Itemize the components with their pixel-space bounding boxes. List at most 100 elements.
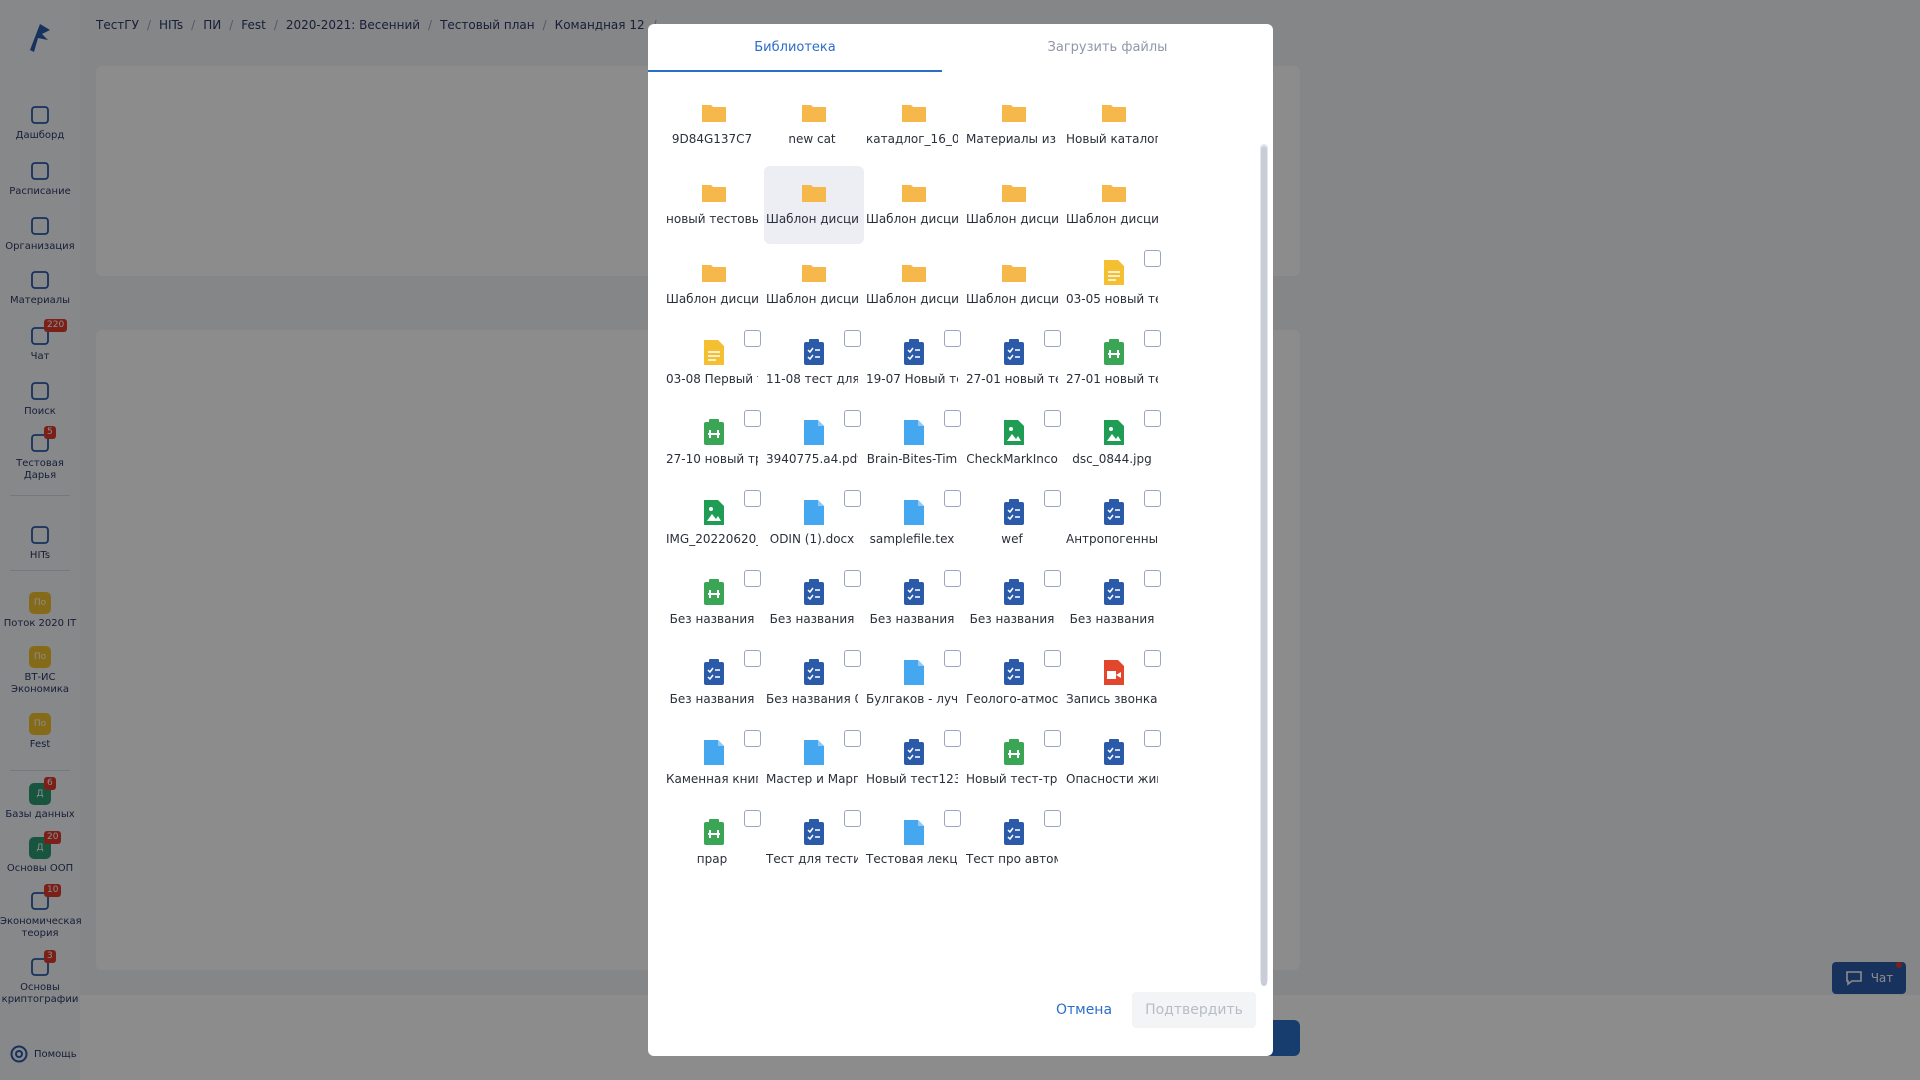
folder-tile[interactable]: Шаблон дисцип — [964, 246, 1064, 324]
file-tile[interactable]: Тест для тести — [764, 806, 864, 884]
scrollbar[interactable] — [1260, 144, 1268, 986]
file-tile[interactable]: Тестовая лекци — [864, 806, 964, 884]
file-tile[interactable]: Тест про автом — [964, 806, 1064, 884]
select-checkbox[interactable] — [1044, 570, 1061, 587]
select-checkbox[interactable] — [744, 410, 761, 427]
file-tile[interactable]: 03-08 Первый т — [664, 326, 764, 404]
folder-tile[interactable]: Новый каталог — [1064, 86, 1164, 164]
folder-icon — [1002, 258, 1026, 286]
select-checkbox[interactable] — [1144, 490, 1161, 507]
file-tile[interactable]: samplefile.tex — [864, 486, 964, 564]
file-tile[interactable]: Запись звонка ' — [1064, 646, 1164, 724]
select-checkbox[interactable] — [844, 490, 861, 507]
select-checkbox[interactable] — [944, 410, 961, 427]
select-checkbox[interactable] — [1044, 490, 1061, 507]
file-tile[interactable]: 27-01 новый те — [964, 326, 1064, 404]
cancel-button[interactable]: Отмена — [1036, 992, 1132, 1028]
folder-tile[interactable]: Материалы из с — [964, 86, 1064, 164]
file-tile[interactable]: Без названия — [664, 566, 764, 644]
select-checkbox[interactable] — [1144, 250, 1161, 267]
select-checkbox[interactable] — [944, 650, 961, 667]
select-checkbox[interactable] — [844, 730, 861, 747]
select-checkbox[interactable] — [844, 810, 861, 827]
select-checkbox[interactable] — [944, 330, 961, 347]
file-tile[interactable]: 27-10 новый тр — [664, 406, 764, 484]
select-checkbox[interactable] — [844, 330, 861, 347]
select-checkbox[interactable] — [944, 810, 961, 827]
select-checkbox[interactable] — [944, 570, 961, 587]
select-checkbox[interactable] — [944, 730, 961, 747]
file-tile[interactable]: dsc_0844.jpg — [1064, 406, 1164, 484]
select-checkbox[interactable] — [744, 810, 761, 827]
folder-tile[interactable]: Шаблон дисцип — [964, 166, 1064, 244]
confirm-button[interactable]: Подтвердить — [1132, 992, 1256, 1028]
file-tile[interactable]: Без названия — [864, 566, 964, 644]
item-name: 27-10 новый тр — [666, 452, 758, 466]
select-checkbox[interactable] — [1144, 330, 1161, 347]
folder-tile[interactable]: Шаблон дисцип — [1064, 166, 1164, 244]
file-tile[interactable]: Без названия — [1064, 566, 1164, 644]
file-tile[interactable]: Мастер и Марга — [764, 726, 864, 804]
folder-tile[interactable]: new cat — [764, 86, 864, 164]
select-checkbox[interactable] — [1144, 410, 1161, 427]
folder-tile[interactable]: 9D84G137C7 — [664, 86, 764, 164]
select-checkbox[interactable] — [1144, 650, 1161, 667]
file-tile[interactable]: IMG_20220620_ — [664, 486, 764, 564]
file-tile[interactable]: Каменная книга — [664, 726, 764, 804]
folder-tile[interactable]: Шаблон дисцип — [864, 246, 964, 324]
file-tile[interactable]: 27-01 новый те — [1064, 326, 1164, 404]
tab-library[interactable]: Библиотека — [648, 24, 942, 72]
file-tile[interactable]: Опасности жив — [1064, 726, 1164, 804]
file-tile[interactable]: 11-08 тест для — [764, 326, 864, 404]
select-checkbox[interactable] — [944, 490, 961, 507]
select-checkbox[interactable] — [844, 570, 861, 587]
file-tile[interactable]: прар — [664, 806, 764, 884]
file-tile[interactable]: wef — [964, 486, 1064, 564]
file-icon — [802, 738, 826, 766]
select-checkbox[interactable] — [1044, 730, 1061, 747]
item-name: Шаблон дисцип — [866, 292, 958, 306]
item-name: Новый тест-тре — [966, 772, 1058, 786]
folder-tile[interactable]: Шаблон дисцип — [664, 246, 764, 324]
folder-tile[interactable]: Шаблон дисцип — [764, 166, 864, 244]
file-tile[interactable]: CheckMarkInco — [964, 406, 1064, 484]
select-checkbox[interactable] — [744, 490, 761, 507]
file-tile[interactable]: ODIN (1).docx — [764, 486, 864, 564]
file-tile[interactable]: Без названия 0! — [764, 646, 864, 724]
file-tile[interactable]: 03-05 новый те — [1064, 246, 1164, 324]
file-tile[interactable]: Без названия — [964, 566, 1064, 644]
folder-tile[interactable]: катадлог_16_05 — [864, 86, 964, 164]
select-checkbox[interactable] — [744, 330, 761, 347]
file-tile[interactable]: Без названия — [764, 566, 864, 644]
file-icon — [702, 738, 726, 766]
file-tile[interactable]: Новый тест123 — [864, 726, 964, 804]
file-tile[interactable]: 19-07 Новый те — [864, 326, 964, 404]
folder-tile[interactable]: новый тестовы — [664, 166, 764, 244]
folder-tile[interactable]: Шаблон дисцип — [864, 166, 964, 244]
item-name: Тест для тести — [766, 852, 858, 866]
file-tile[interactable]: Булгаков - лучш — [864, 646, 964, 724]
select-checkbox[interactable] — [844, 410, 861, 427]
select-checkbox[interactable] — [1044, 650, 1061, 667]
item-name: Материалы из с — [966, 132, 1058, 146]
select-checkbox[interactable] — [744, 570, 761, 587]
select-checkbox[interactable] — [1044, 410, 1061, 427]
file-tile[interactable]: Без названия — [664, 646, 764, 724]
folder-tile[interactable]: Шаблон дисцип — [764, 246, 864, 324]
test-icon — [902, 738, 926, 766]
select-checkbox[interactable] — [744, 730, 761, 747]
select-checkbox[interactable] — [1144, 730, 1161, 747]
select-checkbox[interactable] — [844, 650, 861, 667]
file-tile[interactable]: 3940775.a4.pdf — [764, 406, 864, 484]
file-tile[interactable]: Антропогенные — [1064, 486, 1164, 564]
file-tile[interactable]: Геолого-атмосф — [964, 646, 1064, 724]
item-name: прар — [696, 852, 728, 866]
select-checkbox[interactable] — [744, 650, 761, 667]
tab-upload-files[interactable]: Загрузить файлы — [942, 24, 1273, 72]
select-checkbox[interactable] — [1044, 810, 1061, 827]
select-checkbox[interactable] — [1144, 570, 1161, 587]
scrollbar-thumb[interactable] — [1261, 146, 1267, 986]
select-checkbox[interactable] — [1044, 330, 1061, 347]
file-tile[interactable]: Новый тест-тре — [964, 726, 1064, 804]
file-tile[interactable]: Brain-Bites-Tim — [864, 406, 964, 484]
